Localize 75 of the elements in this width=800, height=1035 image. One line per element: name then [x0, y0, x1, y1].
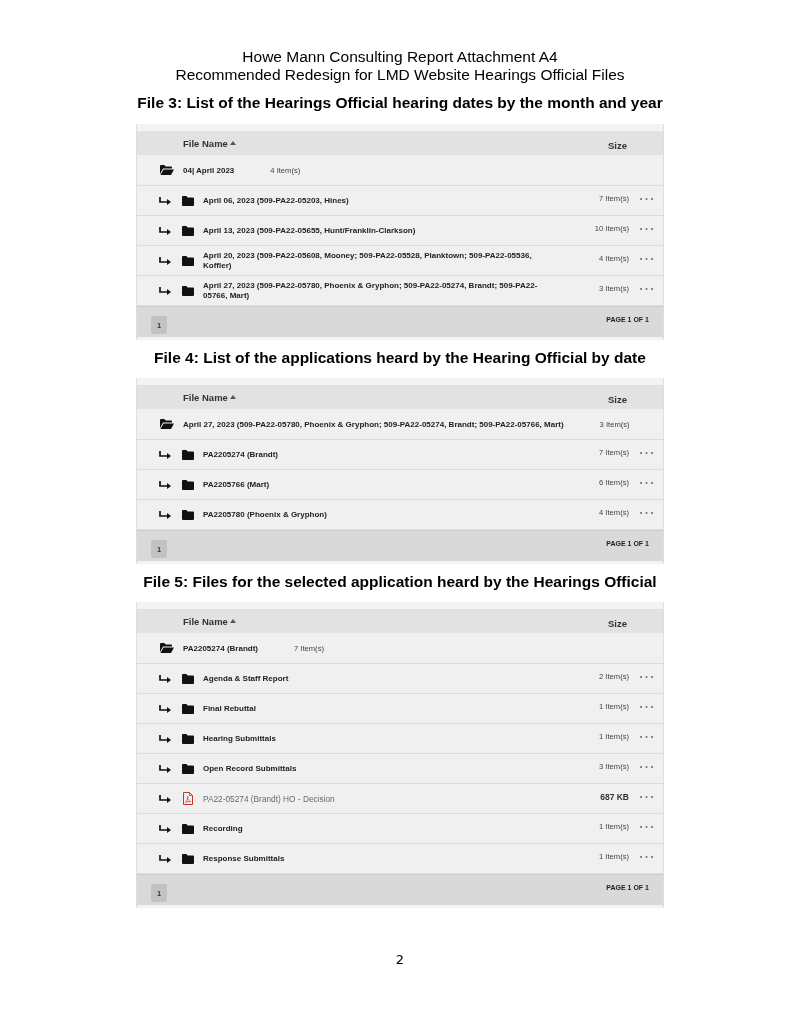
bent-arrow-icon	[159, 794, 171, 803]
ellipsis-menu-icon[interactable]	[640, 675, 653, 678]
folder-link[interactable]: April 06, 2023 (509-PA22-05203, Hines)	[203, 195, 567, 206]
name-column-header[interactable]: File Name	[183, 137, 236, 149]
bent-arrow-icon	[159, 226, 171, 235]
current-folder-name: April 27, 2023 (509-PA22-05780, Phoenix & Gryphon; 509-PA22-05274, Brandt; 509-PA22-05766, Mart)	[183, 419, 564, 429]
folder-link[interactable]: Hearing Submittals	[203, 733, 567, 744]
folder-link[interactable]: April 27, 2023 (509-PA22-05780, Phoenix & Gryphon; 509-PA22-05274, Brandt; 509-PA22-05766, Mart)	[203, 280, 567, 301]
bent-arrow-icon	[159, 196, 171, 205]
folder-link[interactable]: PA2205780 (Phoenix & Gryphon)	[203, 509, 567, 520]
folder-link[interactable]: April 20, 2023 (509-PA22-05608, Mooney; 509-PA22-05528, Planktown; 509-PA22-05536, Koffler)	[203, 250, 567, 271]
size-column-header[interactable]: Size	[608, 393, 627, 405]
folder-icon	[182, 823, 194, 834]
folder-link[interactable]: April 13, 2023 (509-PA22-05655, Hunt/Franklin-Clarkson)	[203, 225, 567, 236]
bent-arrow-icon	[159, 764, 171, 773]
name-column-header[interactable]: File Name	[183, 615, 236, 627]
bent-arrow-icon	[159, 256, 171, 265]
ellipsis-menu-icon[interactable]	[640, 227, 653, 230]
open-folder-icon	[160, 419, 174, 429]
folder-link[interactable]: PA2205766 (Mart)	[203, 479, 567, 490]
figure-caption: File 5: Files for the selected application heard by the Hearings Official	[143, 573, 657, 591]
file-link[interactable]: PA22-05274 (Brandt) HO - Decision	[203, 793, 567, 804]
folder-icon	[182, 853, 194, 864]
ellipsis-menu-icon[interactable]	[640, 257, 653, 260]
folder-link[interactable]: Recording	[203, 823, 567, 834]
ellipsis-menu-icon[interactable]	[640, 481, 653, 484]
bent-arrow-icon	[159, 674, 171, 683]
name-column-header[interactable]: File Name	[183, 391, 236, 403]
bent-arrow-icon	[159, 450, 171, 459]
folder-icon	[182, 225, 194, 236]
bent-arrow-icon	[159, 854, 171, 863]
folder-icon	[182, 763, 194, 774]
ellipsis-menu-icon[interactable]	[640, 451, 653, 454]
ellipsis-menu-icon[interactable]	[640, 511, 653, 514]
folder-link[interactable]: Open Record Submittals	[203, 763, 567, 774]
pdf-document-icon	[183, 792, 193, 805]
ellipsis-menu-icon[interactable]	[640, 735, 653, 738]
folder-icon	[182, 449, 194, 460]
folder-icon	[182, 255, 194, 266]
folder-link[interactable]: Response Submittals	[203, 853, 567, 864]
ellipsis-menu-icon[interactable]	[640, 855, 653, 858]
folder-icon	[182, 195, 194, 206]
open-folder-icon	[160, 643, 174, 653]
bent-arrow-icon	[159, 286, 171, 295]
folder-icon	[182, 479, 194, 490]
ellipsis-menu-icon[interactable]	[640, 795, 653, 798]
size-column-header[interactable]: Size	[608, 617, 627, 629]
figure-caption: File 3: List of the Hearings Official hearing dates by the month and year	[137, 94, 663, 112]
folder-icon	[182, 733, 194, 744]
folder-icon	[182, 673, 194, 684]
open-folder-icon	[160, 165, 174, 175]
current-folder-name: PA2205274 (Brandt)	[183, 643, 258, 653]
file-size: 687 KB	[599, 791, 629, 802]
figure-caption: File 4: List of the applications heard by the Hearing Official by date	[154, 349, 646, 367]
folder-link[interactable]: PA2205274 (Brandt)	[203, 449, 567, 460]
document-header-line: Howe Mann Consulting Report Attachment A4	[242, 48, 558, 66]
folder-icon	[182, 285, 194, 296]
ellipsis-menu-icon[interactable]	[640, 825, 653, 828]
bent-arrow-icon	[159, 510, 171, 519]
folder-link[interactable]: Agenda & Staff Report	[203, 673, 567, 684]
folder-icon	[182, 509, 194, 520]
document-header-line: Recommended Redesign for LMD Website Hearings Official Files	[175, 66, 625, 84]
ellipsis-menu-icon[interactable]	[640, 705, 653, 708]
ellipsis-menu-icon[interactable]	[640, 765, 653, 768]
size-column-header[interactable]: Size	[608, 139, 627, 151]
folder-icon	[182, 703, 194, 714]
page-number: 2	[395, 952, 405, 968]
bent-arrow-icon	[159, 704, 171, 713]
ellipsis-menu-icon[interactable]	[640, 287, 653, 290]
bent-arrow-icon	[159, 480, 171, 489]
ellipsis-menu-icon[interactable]	[640, 197, 653, 200]
bent-arrow-icon	[159, 734, 171, 743]
folder-link[interactable]: Final Rebuttal	[203, 703, 567, 714]
current-folder-name: 04| April 2023	[183, 165, 235, 175]
bent-arrow-icon	[159, 824, 171, 833]
